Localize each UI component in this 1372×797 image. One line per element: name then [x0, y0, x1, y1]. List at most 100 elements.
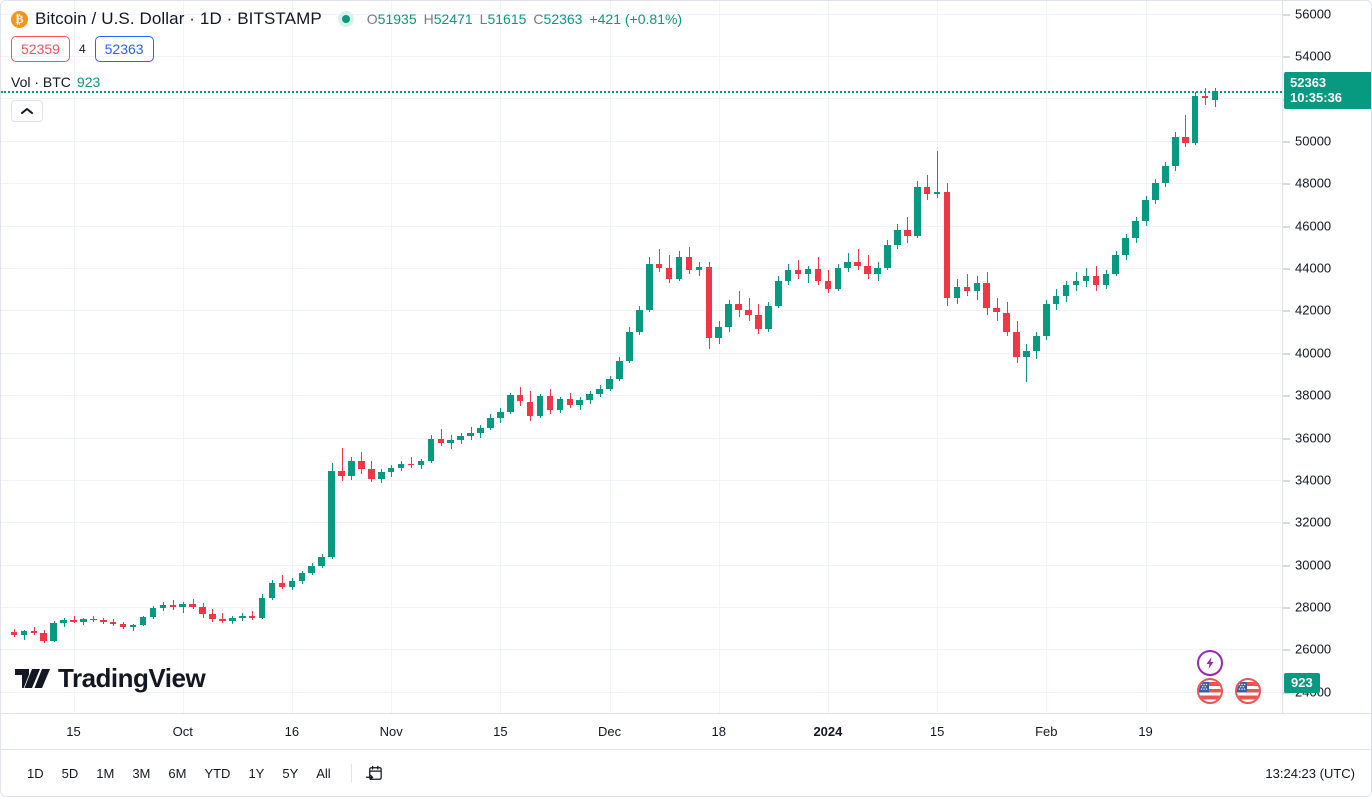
range-button-6m[interactable]: 6M — [160, 762, 194, 785]
range-button-1d[interactable]: 1D — [19, 762, 52, 785]
candle-wick — [659, 249, 660, 272]
gridline-horizontal — [1, 395, 1282, 396]
candle-body — [795, 270, 802, 274]
time-tick-label: 15 — [66, 724, 80, 739]
candle-body — [269, 583, 276, 598]
candle-body — [567, 399, 574, 404]
candle-body — [646, 264, 653, 311]
range-button-1m[interactable]: 1M — [88, 762, 122, 785]
ask-price[interactable]: 52363 — [95, 36, 154, 62]
candle-body — [1093, 276, 1100, 284]
time-tick-label: 15 — [493, 724, 507, 739]
candle-body — [1142, 200, 1149, 221]
range-button-5d[interactable]: 5D — [54, 762, 87, 785]
price-tick-label: 30000 — [1283, 557, 1372, 572]
gridline-vertical — [828, 1, 829, 713]
candle-body — [954, 287, 961, 298]
bid-price[interactable]: 52359 — [11, 36, 70, 62]
candle-body — [1073, 281, 1080, 285]
volume-value: 923 — [77, 74, 100, 90]
gridline-horizontal — [1, 522, 1282, 523]
candle-body — [1192, 96, 1199, 143]
candle-body — [715, 327, 722, 338]
volume-label[interactable]: Vol · BTC — [11, 74, 71, 90]
candle-body — [130, 625, 137, 627]
us-flag-icon[interactable] — [1235, 678, 1261, 704]
volume-legend-row: Vol · BTC 923 — [11, 74, 682, 92]
candle-wick — [967, 274, 968, 295]
candle-body — [100, 620, 107, 622]
spread-value: 4 — [79, 42, 86, 56]
candle-body — [586, 394, 593, 400]
candle-body — [398, 464, 405, 468]
range-button-3m[interactable]: 3M — [124, 762, 158, 785]
bitcoin-icon: ₿ — [11, 11, 28, 28]
candle-body — [765, 306, 772, 329]
gridline-horizontal — [1, 565, 1282, 566]
range-button-1y[interactable]: 1Y — [240, 762, 272, 785]
price-tick-label: 48000 — [1283, 176, 1372, 191]
candle-body — [934, 192, 941, 194]
goto-date-button[interactable] — [362, 760, 388, 786]
candle-body — [160, 605, 167, 608]
time-tick-label: 2024 — [813, 724, 842, 739]
candle-body — [616, 361, 623, 379]
candle-body — [368, 469, 375, 479]
candle-body — [636, 310, 643, 331]
candle-body — [467, 433, 474, 436]
candle-body — [418, 461, 425, 465]
candle-body — [993, 308, 1000, 312]
candle-wick — [798, 260, 799, 279]
gridline-vertical — [937, 1, 938, 713]
candle-body — [338, 471, 345, 475]
candle-body — [239, 616, 246, 618]
candle-body — [289, 581, 296, 587]
candle-body — [199, 607, 206, 614]
candle-body — [626, 332, 633, 362]
bottom-toolbar: 1D5D1M3M6MYTD1Y5YAll 13:24:23 (UTC) — [1, 749, 1372, 796]
candle-body — [1043, 304, 1050, 336]
symbol-title[interactable]: Bitcoin / U.S. Dollar · 1D · BITSTAMP — [35, 9, 322, 29]
candle-body — [1122, 238, 1129, 255]
gridline-vertical — [1146, 1, 1147, 713]
tradingview-chart-app: TradingView ₿ Bitcoin / U.S. Dollar · 1D… — [0, 0, 1372, 797]
candle-body — [1033, 336, 1040, 351]
candle-body — [1013, 332, 1020, 357]
candle-body — [328, 471, 335, 557]
candle-body — [1202, 96, 1209, 98]
lightning-bolt-icon[interactable] — [1197, 650, 1223, 676]
candle-body — [179, 604, 186, 608]
candle-body — [507, 395, 514, 412]
candle-body — [477, 428, 484, 433]
price-tick-label: 32000 — [1283, 515, 1372, 530]
gridline-horizontal — [1, 480, 1282, 481]
market-open-dot[interactable] — [338, 11, 354, 27]
close-label: C — [533, 11, 543, 27]
candle-body — [815, 269, 822, 281]
candle-body — [1063, 285, 1070, 296]
range-button-5y[interactable]: 5Y — [274, 762, 306, 785]
us-flag-icon[interactable] — [1197, 678, 1223, 704]
candle-body — [209, 614, 216, 618]
candle-body — [428, 439, 435, 461]
time-axis[interactable]: 15Oct16Nov15Dec18202415Feb19 — [1, 713, 1372, 749]
range-button-all[interactable]: All — [308, 762, 338, 785]
candle-body — [1132, 221, 1139, 238]
gridline-horizontal — [1, 183, 1282, 184]
range-button-ytd[interactable]: YTD — [196, 762, 238, 785]
candle-body — [378, 472, 385, 478]
candle-body — [755, 315, 762, 330]
candle-body — [696, 267, 703, 270]
time-tick-label: Feb — [1035, 724, 1057, 739]
price-axis[interactable]: 5600054000520005000048000460004400042000… — [1282, 1, 1372, 713]
candle-body — [110, 622, 117, 625]
price-tick-label: 46000 — [1283, 218, 1372, 233]
price-change: +421 (+0.81%) — [589, 11, 682, 27]
candle-body — [547, 396, 554, 410]
candle-body — [487, 418, 494, 428]
current-price-value: 52363 — [1290, 75, 1366, 90]
tradingview-watermark: TradingView — [15, 663, 205, 694]
candle-wick — [858, 249, 859, 270]
collapse-pane-button[interactable] — [11, 100, 43, 122]
candle-body — [1162, 166, 1169, 183]
